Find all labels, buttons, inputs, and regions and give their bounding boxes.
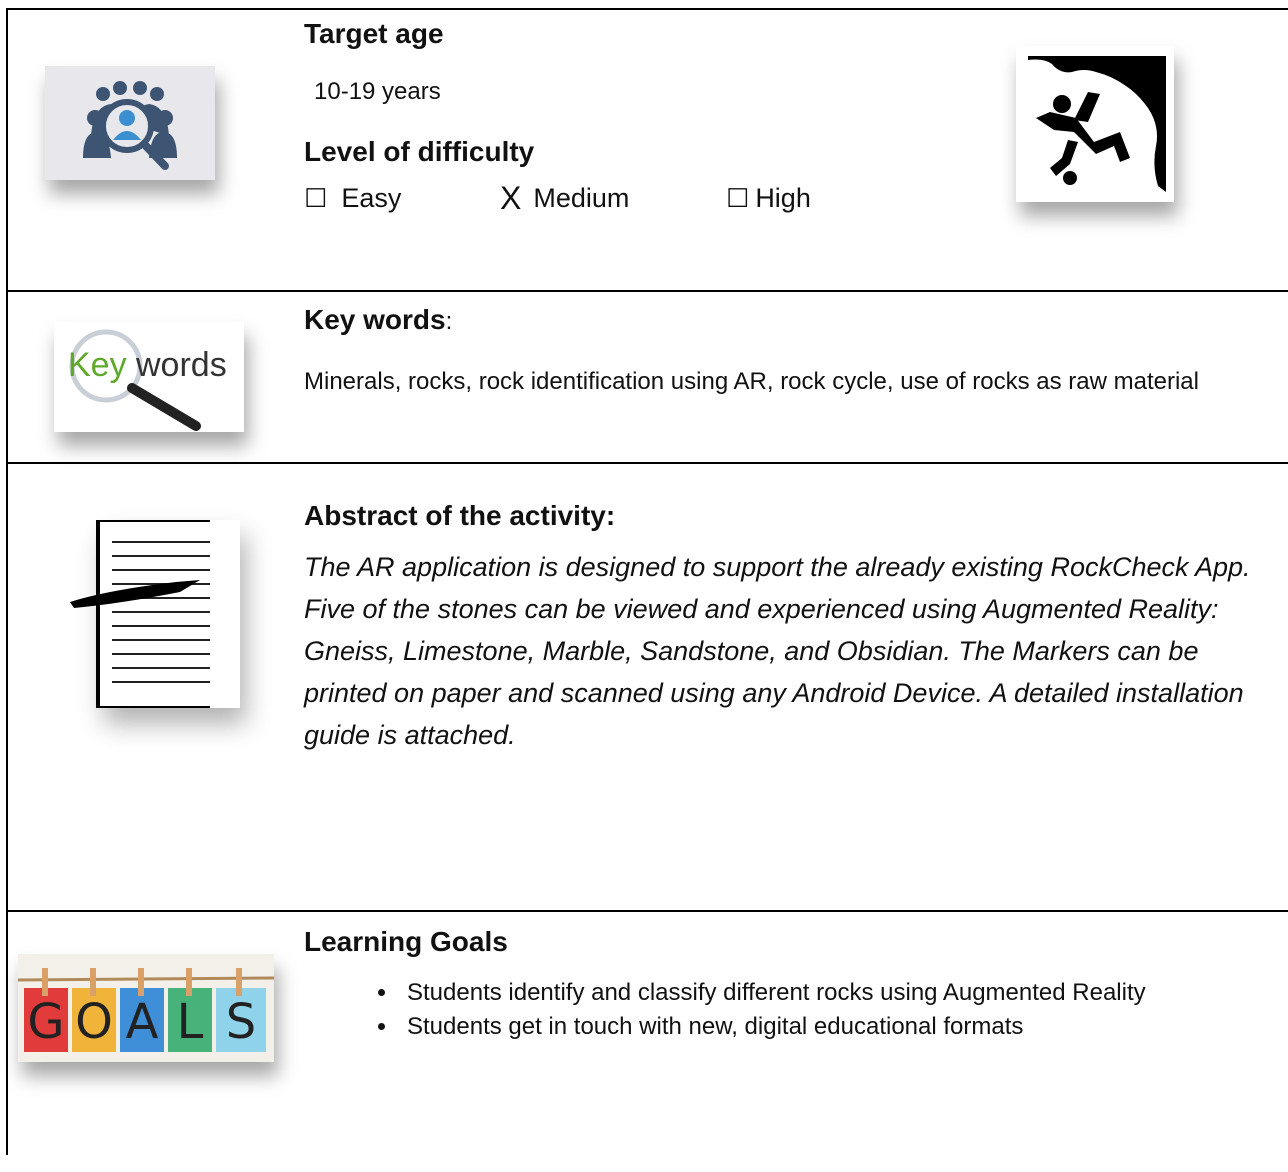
learning-goals-content: Learning Goals Students identify and cla… — [304, 926, 1288, 1044]
difficulty-medium[interactable]: X Medium — [500, 180, 726, 217]
difficulty-high-label: High — [755, 183, 811, 213]
learning-goals-list: Students identify and classify different… — [304, 976, 1288, 1044]
learning-goals-row: G O A L S Learning Goals Students identi… — [8, 912, 1288, 1172]
learning-goals-heading: Learning Goals — [304, 926, 508, 957]
target-age-row: Target age 10-19 years Level of difficul… — [8, 10, 1288, 292]
keywords-content: Key words: Minerals, rocks, rock identif… — [304, 302, 1288, 402]
list-item: Students get in touch with new, digital … — [399, 1010, 1288, 1044]
climber-icon — [1016, 46, 1174, 202]
keywords-colon: : — [445, 308, 453, 335]
difficulty-easy[interactable]: ☐ Easy — [304, 183, 500, 214]
audience-search-icon — [45, 66, 215, 180]
goal-letter: A — [126, 994, 159, 1050]
keywords-logo-key: Key — [68, 346, 127, 384]
difficulty-high[interactable]: ☐ High — [726, 183, 811, 214]
abstract-row: Abstract of the activity: The AR applica… — [8, 464, 1288, 912]
abstract-heading: Abstract of the activity: — [304, 500, 616, 531]
difficulty-medium-label: Medium — [533, 183, 630, 213]
goal-letter: S — [226, 994, 256, 1050]
abstract-content: Abstract of the activity: The AR applica… — [304, 500, 1278, 756]
difficulty-easy-label: Easy — [341, 183, 402, 213]
list-item: Students identify and classify different… — [399, 976, 1288, 1010]
keywords-row: Key words Key words: Minerals, rocks, ro… — [8, 292, 1288, 464]
goal-letter: G — [27, 994, 64, 1050]
goals-image: G O A L S — [17, 954, 275, 1062]
keywords-logo-words: words — [135, 346, 227, 384]
keywords-heading: Key words — [304, 304, 446, 335]
keywords-logo: Key words — [54, 322, 244, 432]
goal-letter: L — [177, 994, 204, 1050]
abstract-text: The AR application is designed to suppor… — [304, 552, 1251, 750]
checkbox-empty-icon: ☐ — [726, 183, 750, 213]
goal-letter: O — [75, 994, 113, 1050]
checkbox-checked-icon: X — [500, 180, 522, 216]
checkbox-empty-icon: ☐ — [304, 183, 328, 213]
document-pen-icon — [70, 520, 240, 708]
keywords-text: Minerals, rocks, rock identification usi… — [304, 368, 1199, 395]
activity-table: Target age 10-19 years Level of difficul… — [6, 8, 1288, 1155]
